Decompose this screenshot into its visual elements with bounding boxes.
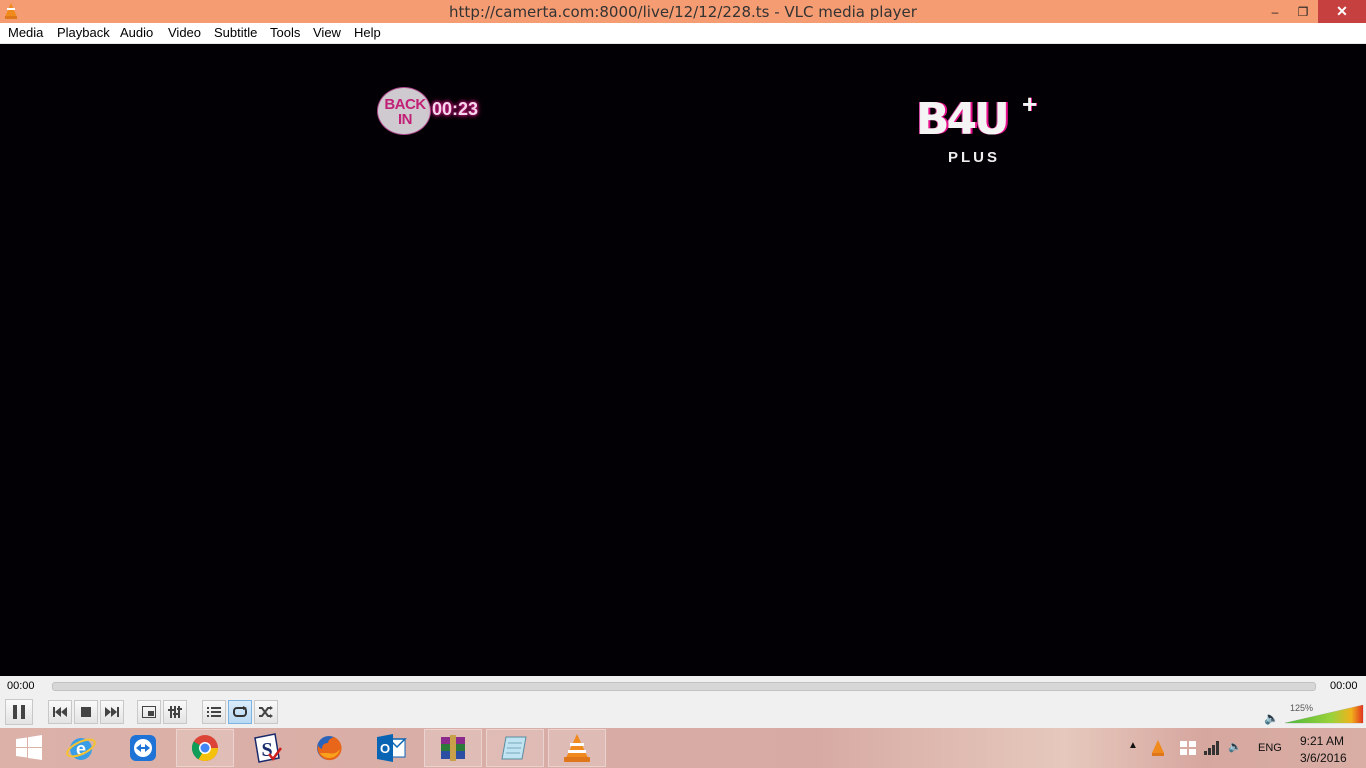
channel-logo-text: B4U: [916, 94, 1010, 145]
start-icon: [16, 735, 42, 760]
taskbar-teamviewer[interactable]: [114, 729, 172, 767]
menu-media[interactable]: Media: [8, 25, 43, 40]
taskbar-notepad-app[interactable]: [486, 729, 544, 767]
volume-tray-icon[interactable]: 🔈: [1228, 740, 1242, 753]
channel-logo-subtitle: PLUS: [948, 149, 1001, 166]
scanner-app-icon: S: [254, 733, 283, 763]
seek-row: 00:00 00:00: [0, 676, 1366, 698]
language-indicator[interactable]: ENG: [1258, 742, 1282, 754]
menu-video[interactable]: Video: [168, 25, 201, 40]
countdown-timer: 00:23: [432, 99, 479, 119]
notepad-app-icon: [501, 736, 527, 760]
taskbar-chrome[interactable]: [176, 729, 234, 767]
pause-button[interactable]: [5, 699, 33, 725]
start-button[interactable]: [0, 729, 58, 767]
loop-button[interactable]: [228, 700, 252, 724]
taskbar-outlook[interactable]: O: [362, 729, 420, 767]
clock-date[interactable]: 3/6/2016: [1300, 751, 1347, 765]
speaker-icon[interactable]: 🔈: [1264, 711, 1279, 725]
previous-icon: [53, 707, 67, 717]
playlist-icon: [207, 707, 221, 717]
title-bar: http://camerta.com:8000/live/12/12/228.t…: [0, 0, 1366, 23]
menu-help[interactable]: Help: [354, 25, 381, 40]
taskbar-scanner-app[interactable]: S: [238, 729, 296, 767]
pause-icon: [13, 705, 25, 719]
seek-slider[interactable]: [52, 682, 1316, 691]
teamviewer-icon: [130, 735, 156, 761]
taskbar: e S O ▲ 🔈 ENG 9:21 AM 3/6/2016: [0, 728, 1366, 768]
back-in-overlay: BACK IN 00:23: [377, 87, 489, 135]
minimize-button[interactable]: –: [1264, 0, 1286, 23]
action-center-icon[interactable]: [1180, 741, 1196, 755]
taskbar-internet-explorer[interactable]: e: [52, 729, 110, 767]
menu-tools[interactable]: Tools: [270, 25, 300, 40]
next-icon: [105, 707, 119, 717]
elapsed-time: 00:00: [7, 680, 35, 692]
menu-subtitle[interactable]: Subtitle: [214, 25, 257, 40]
next-button[interactable]: [100, 700, 124, 724]
taskbar-vlc[interactable]: [548, 729, 606, 767]
stop-button[interactable]: [74, 700, 98, 724]
window-title: http://camerta.com:8000/live/12/12/228.t…: [449, 3, 917, 21]
show-hidden-icons[interactable]: ▲: [1128, 740, 1138, 751]
back-in-text: BACK IN: [384, 96, 426, 128]
video-area[interactable]: [0, 44, 1366, 676]
menu-bar: Media Playback Audio Video Subtitle Tool…: [0, 23, 1366, 44]
stop-icon: [81, 707, 91, 717]
outlook-icon: O: [377, 734, 407, 762]
menu-audio[interactable]: Audio: [120, 25, 153, 40]
fullscreen-button[interactable]: [137, 700, 161, 724]
channel-logo: B4U + PLUS: [916, 89, 1046, 171]
network-icon[interactable]: [1204, 741, 1220, 755]
menu-playback[interactable]: Playback: [57, 25, 110, 40]
loop-icon: [233, 706, 247, 717]
taskbar-winrar[interactable]: [424, 729, 482, 767]
taskbar-firefox[interactable]: [300, 729, 358, 767]
svg-text:O: O: [380, 741, 390, 756]
menu-view[interactable]: View: [313, 25, 341, 40]
chrome-icon: [191, 735, 219, 762]
close-button[interactable]: ✕: [1318, 0, 1366, 23]
shuffle-button[interactable]: [254, 700, 278, 724]
volume-slider[interactable]: [1285, 701, 1365, 725]
vlc-tray-icon[interactable]: [1151, 740, 1165, 756]
clock-time[interactable]: 9:21 AM: [1300, 734, 1344, 748]
firefox-icon: [317, 736, 342, 761]
playback-controls: 🔈 125%: [0, 698, 1366, 728]
channel-logo-plus-sign: +: [1022, 89, 1038, 119]
fullscreen-icon: [142, 706, 156, 718]
vlc-icon: [564, 734, 590, 762]
shuffle-icon: [259, 706, 273, 718]
maximize-button[interactable]: ❐: [1292, 0, 1314, 23]
extended-settings-button[interactable]: [163, 700, 187, 724]
previous-button[interactable]: [48, 700, 72, 724]
playlist-button[interactable]: [202, 700, 226, 724]
total-time: 00:00: [1330, 680, 1358, 692]
winrar-icon: [441, 735, 465, 761]
extended-settings-icon: [168, 706, 182, 718]
internet-explorer-icon: e: [66, 738, 96, 760]
